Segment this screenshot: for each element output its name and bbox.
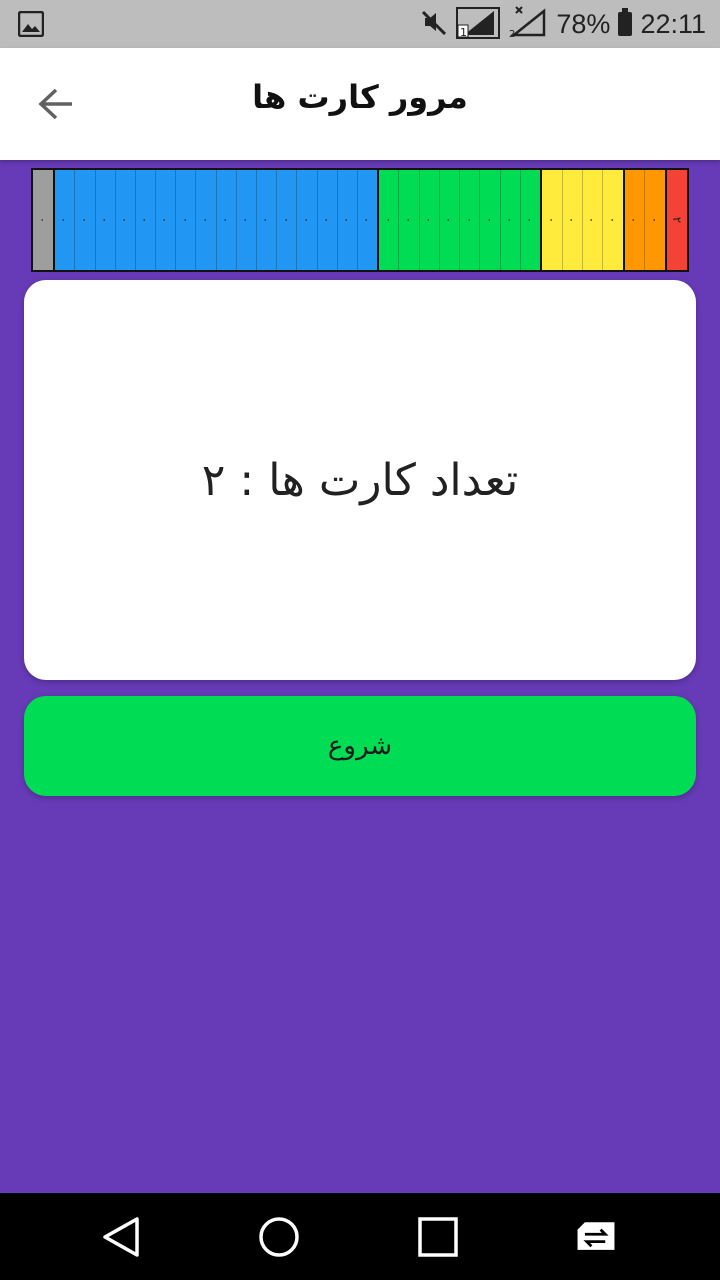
leitner-cell: ٠ [583, 170, 604, 270]
leitner-cell: ٠ [176, 170, 197, 270]
leitner-cell-count: ٠ [199, 216, 214, 224]
navigation-bar [0, 1193, 720, 1280]
leitner-cell-count: ٠ [503, 216, 518, 224]
leitner-cell-count: ٠ [381, 216, 396, 224]
leitner-cell-count: ٠ [158, 216, 173, 224]
leitner-boxes-bar: ٠٠٠٠٠٠٠٠٠٠٠٠٠٠٠٠٠٠٠٠٠٠٠٠٠٠٠٠٠٠٠٢ [31, 168, 689, 272]
leitner-box-6: ٢ [666, 170, 687, 270]
leitner-cell-count: ٠ [219, 216, 234, 224]
leitner-cell: ٠ [75, 170, 96, 270]
leitner-cell-count: ٠ [320, 216, 335, 224]
leitner-cell-count: ٠ [138, 216, 153, 224]
leitner-cell: ٠ [217, 170, 237, 270]
nav-recents-icon[interactable] [414, 1213, 462, 1261]
leitner-box-1: ٠ [33, 170, 56, 270]
leitner-cell: ٠ [237, 170, 257, 270]
leitner-cell-count: ٠ [565, 216, 580, 224]
mute-icon [420, 8, 448, 40]
leitner-cell: ٠ [338, 170, 358, 270]
leitner-cell-count: ٠ [401, 216, 416, 224]
nav-home-icon[interactable] [255, 1213, 303, 1261]
clock: 22:11 [640, 8, 706, 39]
app-bar: مرور کارت ها [0, 48, 720, 160]
leitner-cell-count: ٠ [442, 216, 457, 224]
leitner-cell-count: ٠ [259, 216, 274, 224]
card-count-panel: تعداد کارت ها : ۲ [24, 280, 696, 680]
page-title: مرور کارت ها [252, 78, 468, 116]
leitner-cell: ٠ [277, 170, 298, 270]
leitner-box-2: ٠٠٠٠٠٠٠٠٠٠٠٠٠٠٠٠ [55, 170, 380, 270]
card-count-text: تعداد کارت ها : ۲ [201, 454, 519, 506]
start-button[interactable]: شروع [24, 696, 696, 796]
leitner-cell-count: ٠ [57, 216, 72, 224]
leitner-cell-count: ٠ [299, 216, 314, 224]
leitner-cell: ٠ [156, 170, 177, 270]
leitner-cell: ٠ [116, 170, 136, 270]
nav-switch-sim-icon[interactable] [572, 1213, 620, 1261]
leitner-cell: ٠ [136, 170, 157, 270]
leitner-cell: ٢ [667, 170, 687, 270]
leitner-cell: ٠ [96, 170, 116, 270]
leitner-cell-count: ٠ [422, 216, 437, 224]
nav-back-icon[interactable] [97, 1213, 145, 1261]
leitner-cell: ٠ [542, 170, 563, 270]
leitner-cell-count: ٠ [627, 216, 642, 224]
leitner-cell: ٠ [55, 170, 76, 270]
leitner-cell: ٠ [318, 170, 338, 270]
leitner-cell-count: ٠ [462, 216, 477, 224]
leitner-cell-count: ٠ [118, 216, 133, 224]
leitner-box-3: ٠٠٠٠٠٠٠٠ [379, 170, 543, 270]
leitner-cell-count: ٠ [605, 216, 620, 224]
gallery-notification-icon [17, 10, 45, 41]
leitner-cell-count: ٠ [77, 216, 92, 224]
leitner-cell: ٠ [33, 170, 53, 270]
leitner-cell: ٠ [460, 170, 481, 270]
leitner-cell: ٠ [603, 170, 622, 270]
leitner-cell: ٠ [625, 170, 646, 270]
leitner-cell: ٠ [379, 170, 400, 270]
start-button-label: شروع [327, 731, 393, 761]
leitner-cell: ٠ [563, 170, 583, 270]
status-bar: 1 2 78% 22:11 [0, 0, 720, 48]
leitner-cell-count: ٠ [340, 216, 355, 224]
leitner-cell-count: ٠ [279, 216, 294, 224]
leitner-box-5: ٠٠ [624, 170, 667, 270]
leitner-cell: ٠ [645, 170, 665, 270]
leitner-cell-count: ٠ [98, 216, 113, 224]
leitner-cell-count: ٠ [239, 216, 254, 224]
leitner-cell: ٠ [196, 170, 217, 270]
sim1-label: 1 [460, 26, 467, 39]
leitner-cell: ٠ [420, 170, 440, 270]
leitner-cell-count: ٠ [36, 216, 51, 224]
battery-percent: 78% [556, 8, 611, 39]
leitner-cell-count: ٠ [482, 216, 497, 224]
leitner-cell: ٠ [358, 170, 377, 270]
battery-icon [618, 8, 633, 36]
leitner-cell-count: ٠ [523, 216, 538, 224]
leitner-cell: ٠ [257, 170, 278, 270]
leitner-box-4: ٠٠٠٠ [542, 170, 625, 270]
leitner-cell: ٠ [440, 170, 461, 270]
sim2-label: 2 [509, 29, 515, 39]
leitner-cell: ٠ [399, 170, 420, 270]
leitner-cell-count: ٠ [544, 216, 559, 224]
leitner-cell-count: ٠ [360, 216, 375, 224]
leitner-cell: ٠ [501, 170, 521, 270]
leitner-cell-count: ٠ [178, 216, 193, 224]
leitner-cell-count: ٢ [669, 216, 684, 224]
leitner-cell: ٠ [521, 170, 540, 270]
leitner-cell-count: ٠ [648, 216, 663, 224]
signal-sim1-icon: 1 [456, 5, 501, 43]
leitner-cell: ٠ [480, 170, 501, 270]
leitner-cell-count: ٠ [585, 216, 600, 224]
signal-sim2-icon: 2 [508, 5, 548, 43]
leitner-cell: ٠ [297, 170, 318, 270]
